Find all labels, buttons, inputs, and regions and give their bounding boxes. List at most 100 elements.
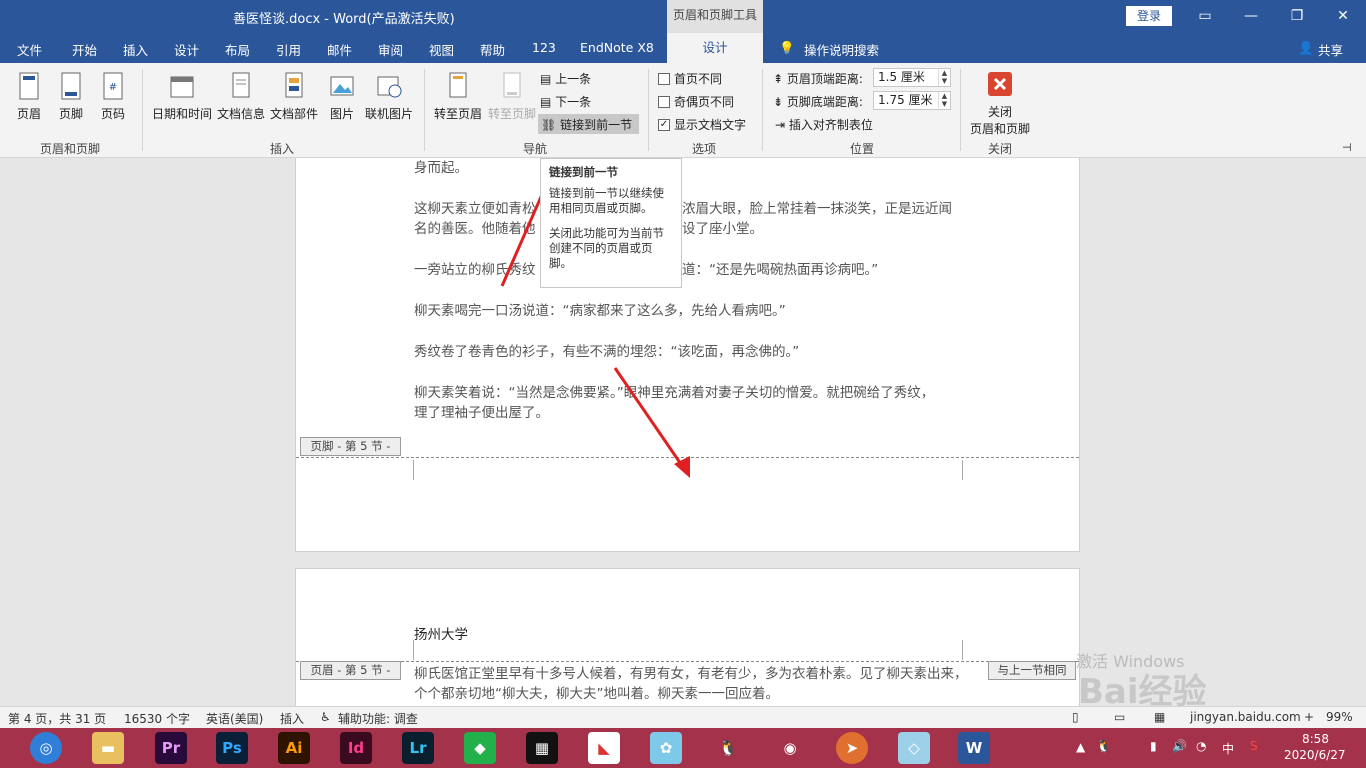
link-previous-tooltip: 链接到前一节 链接到前一节以继续使用相同页眉或页脚。 关闭此功能可为当前节创建不… [540, 158, 682, 288]
accessibility-status[interactable]: 辅助功能: 调查 [338, 710, 418, 727]
tab-endnote[interactable]: EndNote X8 [580, 40, 654, 55]
media-app-icon[interactable]: ◣ [588, 732, 620, 764]
ime-indicator[interactable]: 中 [1222, 740, 1234, 757]
indesign-icon[interactable]: Id [340, 732, 372, 764]
premiere-icon[interactable]: Pr [155, 732, 187, 764]
goto-header-button[interactable]: 转至页眉 [432, 71, 484, 122]
page-number-button[interactable]: # 页码 [96, 71, 130, 122]
insert-align-tab-button[interactable]: ⇥ 插入对齐制表位 [775, 116, 873, 133]
tell-me-search[interactable]: 操作说明搜索 [804, 40, 879, 59]
different-odd-even-checkbox[interactable]: 奇偶页不同 [658, 93, 734, 110]
tray-expand-icon[interactable]: ▲ [1076, 740, 1085, 754]
tab-review[interactable]: 审阅 [378, 40, 403, 59]
header-button[interactable]: 页眉 [12, 71, 46, 122]
share-button[interactable]: 共享 [1318, 40, 1343, 59]
group-label-options: 选项 [691, 142, 716, 156]
goto-header-icon [449, 72, 467, 98]
clock-date[interactable]: 2020/6/27 [1284, 748, 1346, 762]
doc-info-button[interactable]: 文档信息 [216, 71, 266, 122]
zoom-in-icon[interactable]: + [1304, 710, 1314, 724]
link-icon: ⛓ [541, 118, 557, 132]
lightroom-icon[interactable]: Lr [402, 732, 434, 764]
group-label-navigation: 导航 [522, 142, 547, 156]
file-explorer-icon[interactable]: ▬ [92, 732, 124, 764]
sogou-icon[interactable]: S [1250, 739, 1258, 753]
thunder-icon[interactable]: ➤ [836, 732, 868, 764]
calendar-icon [170, 76, 194, 98]
print-layout-icon[interactable]: ▭ [1114, 710, 1125, 724]
chrome-icon[interactable]: ◉ [774, 732, 806, 764]
spinner-arrows-icon[interactable]: ▲ ▼ [938, 92, 950, 109]
wifi-icon[interactable]: ◔ [1196, 739, 1206, 753]
picture-button[interactable]: 图片 [324, 71, 360, 122]
link-to-previous-button[interactable]: ⛓ 链接到前一节 [538, 114, 639, 134]
login-button[interactable]: 登录 [1126, 6, 1172, 26]
doc-parts-button[interactable]: 文档部件 [268, 71, 320, 122]
footer-bottom-spinner[interactable]: 1.75 厘米 ▲ ▼ [873, 91, 951, 110]
tab-header-footer-design[interactable]: 设计 [667, 33, 763, 63]
footer-button[interactable]: 页脚 [54, 71, 88, 122]
online-picture-button[interactable]: 联机图片 [362, 71, 416, 122]
status-bar: 第 4 页，共 31 页 16530 个字 英语(美国) 插入 ♿ 辅助功能: … [0, 706, 1366, 728]
baidu-watermark: Bai经验 [1078, 672, 1207, 706]
collapse-ribbon-icon[interactable]: ⊣ [1342, 141, 1352, 154]
restore-icon[interactable]: ❐ [1286, 6, 1308, 26]
close-header-footer-button[interactable]: 关闭 页眉和页脚 [966, 71, 1034, 137]
web-layout-icon[interactable]: ▦ [1154, 710, 1165, 724]
goto-footer-icon [503, 72, 521, 98]
spinner-arrows-icon[interactable]: ▲ ▼ [938, 69, 950, 86]
group-label-close: 关闭 [987, 142, 1012, 156]
close-x-icon [988, 72, 1012, 96]
word-icon[interactable]: W [958, 732, 990, 764]
tab-design[interactable]: 设计 [174, 40, 199, 59]
prev-button[interactable]: ▤ 上一条 [540, 70, 591, 87]
document-area[interactable]: 身而起。 这柳天素立便如青松 浓眉大眼，脸上常挂着一抹淡笑，正是远近闻 名的善医… [0, 158, 1366, 706]
ribbon: 页眉 页脚 # 页码 页眉和页脚 日期和时间 文档信息 文档部件 图片 联机图片… [0, 63, 1366, 158]
show-document-text-checkbox[interactable]: ✓ 显示文档文字 [658, 116, 746, 133]
group-label-header-footer: 页眉和页脚 [39, 142, 100, 156]
tab-layout[interactable]: 布局 [225, 40, 250, 59]
qq-icon[interactable]: 🐧 [712, 732, 744, 764]
align-tab-icon: ⇥ [775, 118, 786, 132]
page-count[interactable]: 第 4 页，共 31 页 [8, 710, 106, 727]
clock-time[interactable]: 8:58 [1302, 732, 1329, 746]
tooltip-line: 关闭此功能可为当前节创建不同的页眉或页脚。 [549, 226, 664, 270]
word-count[interactable]: 16530 个字 [124, 710, 190, 727]
annotation-arrows [500, 158, 690, 478]
picture-icon [330, 76, 354, 96]
zoom-level[interactable]: 99% [1326, 710, 1353, 724]
tab-help[interactable]: 帮助 [480, 40, 505, 59]
tooltip-title: 链接到前一节 [549, 165, 618, 179]
green-app-icon[interactable]: ◆ [464, 732, 496, 764]
page-number-icon: # [103, 72, 123, 100]
tab-home[interactable]: 开始 [72, 40, 97, 59]
browser-icon[interactable]: ◎ [30, 732, 62, 764]
notebook-icon[interactable]: ◇ [898, 732, 930, 764]
qq-tray-icon[interactable]: 🐧 [1096, 739, 1111, 753]
header-top-spinner[interactable]: 1.5 厘米 ▲ ▼ [873, 68, 951, 87]
ribbon-display-icon[interactable]: ▭ [1194, 6, 1216, 26]
illustrator-icon[interactable]: Ai [278, 732, 310, 764]
close-icon[interactable]: ✕ [1332, 6, 1354, 26]
video-editor-icon[interactable]: ▦ [526, 732, 558, 764]
insert-mode[interactable]: 插入 [280, 710, 304, 727]
tab-123[interactable]: 123 [532, 40, 556, 55]
different-first-page-checkbox[interactable]: 首页不同 [658, 70, 722, 87]
volume-icon[interactable]: 🔊 [1172, 739, 1187, 753]
minimize-icon[interactable]: — [1240, 6, 1262, 26]
language[interactable]: 英语(美国) [206, 710, 263, 727]
goto-footer-button: 转至页脚 [486, 71, 538, 122]
battery-icon[interactable]: ▮ [1150, 739, 1157, 753]
next-button[interactable]: ▤ 下一条 [540, 93, 591, 110]
bird-app-icon[interactable]: ✿ [650, 732, 682, 764]
tab-insert[interactable]: 插入 [123, 40, 148, 59]
read-mode-icon[interactable]: ▯ [1072, 710, 1079, 724]
tab-references[interactable]: 引用 [276, 40, 301, 59]
date-time-button[interactable]: 日期和时间 [150, 71, 214, 122]
tab-view[interactable]: 视图 [429, 40, 454, 59]
tab-file[interactable]: 文件 [17, 40, 42, 59]
group-label-insert: 插入 [269, 142, 294, 156]
tab-mailings[interactable]: 邮件 [327, 40, 352, 59]
photoshop-icon[interactable]: Ps [216, 732, 248, 764]
divider [762, 69, 763, 151]
